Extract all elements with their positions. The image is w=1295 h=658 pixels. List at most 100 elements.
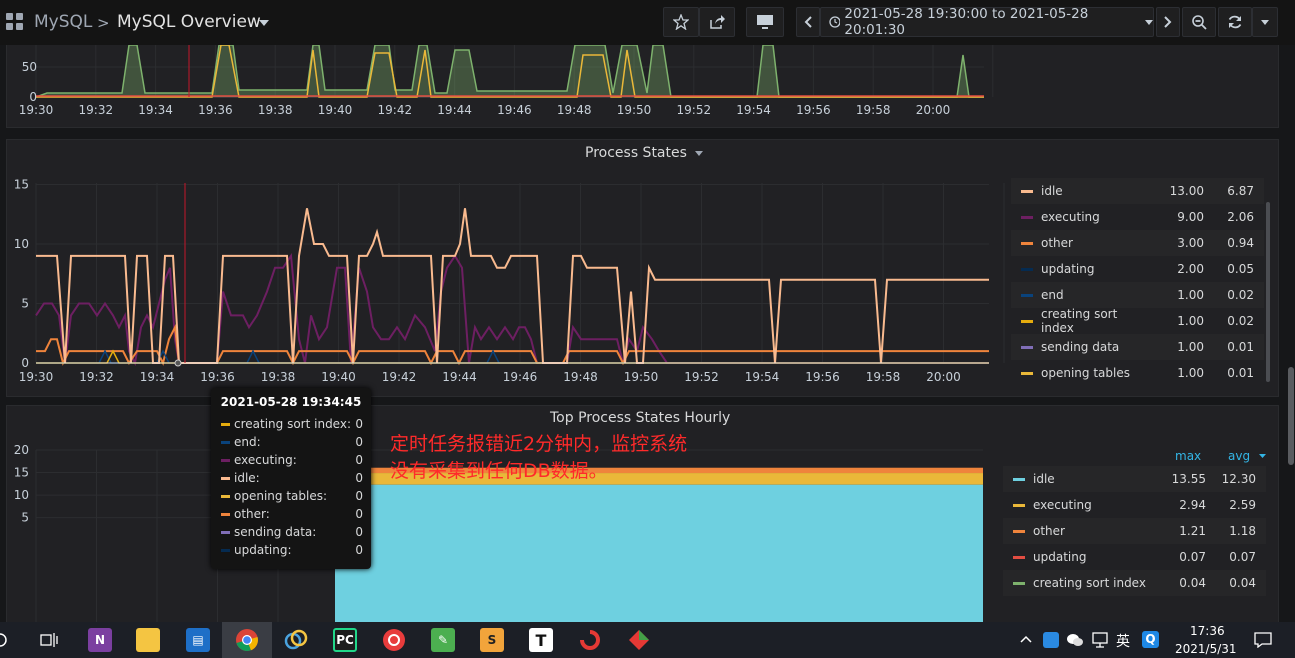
legend-swatch (1013, 529, 1025, 533)
legend-item[interactable]: updating 2.00 0.05 (1011, 256, 1264, 282)
tooltip-row: executing: 0 (221, 453, 363, 467)
chrome-icon[interactable] (235, 628, 259, 652)
app-icon[interactable] (284, 628, 308, 652)
legend-max: 0.07 (1179, 550, 1206, 564)
tooltip-swatch (221, 494, 230, 498)
task-view-icon[interactable] (40, 632, 58, 648)
wechat-icon[interactable] (1066, 632, 1084, 648)
legend-item[interactable]: idle 13.00 6.87 (1011, 178, 1264, 204)
zoom-out-button[interactable] (1182, 7, 1216, 37)
x-tick-label: 19:54 (736, 103, 771, 117)
x-tick-label: 19:38 (261, 370, 296, 384)
star-icon (673, 14, 689, 30)
x-tick-label: 19:48 (557, 103, 592, 117)
tray-app-icon[interactable] (1043, 632, 1059, 648)
app2-icon[interactable] (578, 628, 602, 652)
breadcrumb-folder[interactable]: MySQL (34, 12, 92, 32)
x-tick-label: 19:44 (437, 103, 472, 117)
tooltip-value: 0 (355, 453, 363, 467)
x-tick-label: 19:36 (198, 103, 233, 117)
chevron-right-icon (1164, 16, 1172, 28)
legend-avg: 0.07 (1229, 550, 1256, 564)
pycharm-icon[interactable]: PC (333, 628, 357, 652)
x-tick-label: 19:50 (624, 370, 659, 384)
tooltip-row: other: 0 (221, 507, 363, 521)
notepad-icon[interactable]: ✎ (431, 628, 455, 652)
process-states-chart[interactable]: 15 10 5 0 19:30 19:32 19:34 19:36 19:38 19:40 19:… (7, 140, 1007, 398)
tooltip-row: updating: 0 (221, 543, 363, 557)
x-tick-label: 19:54 (745, 370, 780, 384)
annotation-note: 定时任务报错近2分钟内，监控系统 没有采集到任何DB数据。 (390, 431, 687, 485)
legend-name: other (1033, 524, 1065, 538)
refresh-interval-dropdown[interactable] (1252, 7, 1278, 37)
legend-swatch (1013, 477, 1025, 481)
network-icon[interactable] (1091, 632, 1109, 648)
legend-col-max[interactable]: max (1175, 449, 1201, 463)
annotation-line-2: 没有采集到任何DB数据。 (390, 460, 608, 482)
onenote-icon[interactable]: N (88, 628, 112, 652)
file-explorer-icon[interactable] (136, 628, 160, 652)
notifications-icon[interactable] (1254, 632, 1272, 648)
legend-item[interactable]: executing 2.94 2.59 (1003, 492, 1266, 518)
news-icon[interactable]: ▤ (186, 628, 210, 652)
refresh-button[interactable] (1218, 7, 1252, 37)
legend-swatch (1021, 241, 1033, 245)
legend-swatch (1021, 293, 1033, 297)
typora-icon[interactable]: T (529, 628, 553, 652)
x-tick-label: 19:36 (200, 370, 235, 384)
qq-tray-icon[interactable]: Q (1142, 631, 1159, 648)
legend-item[interactable]: creating sort index 1.00 0.02 (1011, 307, 1264, 335)
cortana-icon[interactable] (0, 632, 10, 648)
legend-name: executing (1033, 498, 1092, 512)
legend-item[interactable]: updating 0.07 0.07 (1003, 544, 1266, 570)
netease-music-icon[interactable] (382, 628, 406, 652)
time-back-button[interactable] (796, 7, 820, 37)
chevron-up-icon[interactable] (1020, 635, 1032, 643)
legend-name: opening tables (1041, 366, 1130, 380)
clock-date[interactable]: 2021/5/31 (1175, 642, 1237, 656)
app3-icon[interactable] (627, 628, 651, 652)
legend-swatch (1013, 503, 1025, 507)
dashboards-grid-icon[interactable] (6, 13, 24, 31)
dashboard-title[interactable]: MySQL Overview (117, 12, 261, 32)
series-line (35, 45, 984, 98)
legend-item[interactable]: idle 13.55 12.30 (1003, 466, 1266, 492)
legend-item[interactable]: sending data 1.00 0.01 (1011, 334, 1264, 360)
legend-max: 1.00 (1177, 366, 1204, 380)
share-button[interactable] (699, 7, 735, 37)
tooltip-row: end: 0 (221, 435, 363, 449)
tooltip-value: 0 (355, 507, 363, 521)
legend-item[interactable]: opening tables 1.00 0.01 (1011, 360, 1264, 386)
legend-item[interactable]: end 1.00 0.02 (1011, 282, 1264, 308)
legend-name: end (1041, 288, 1064, 302)
ime-indicator[interactable]: 英 (1116, 631, 1130, 651)
tooltip-label: other: (234, 507, 270, 521)
tooltip-row: opening tables: 0 (221, 489, 363, 503)
legend-col-avg[interactable]: avg (1228, 449, 1250, 463)
time-range-picker[interactable]: 2021-05-28 19:30:00 to 2021-05-28 20:01:… (820, 6, 1154, 38)
y-tick-label: 50 (22, 60, 37, 74)
legend-item[interactable]: other 3.00 0.94 (1011, 230, 1264, 256)
legend-name: sending data (1041, 340, 1120, 354)
tooltip-swatch (221, 458, 230, 462)
legend-scrollbar[interactable] (1266, 202, 1270, 382)
page-scrollbar-thumb[interactable] (1288, 367, 1294, 465)
legend-avg: 6.87 (1227, 184, 1254, 198)
legend-max: 13.55 (1171, 472, 1206, 486)
legend-item[interactable]: executing 9.00 2.06 (1011, 204, 1264, 230)
legend-item[interactable]: creating sort index 0.04 0.04 (1003, 570, 1266, 596)
page-scrollbar-track[interactable] (1287, 45, 1295, 622)
star-button[interactable] (663, 7, 699, 37)
clock-time[interactable]: 17:36 (1190, 624, 1225, 638)
time-forward-button[interactable] (1156, 7, 1180, 37)
y-tick-label: 0 (21, 356, 29, 370)
x-tick-label: 20:00 (916, 103, 951, 117)
tv-mode-button[interactable] (746, 7, 784, 37)
chevron-down-icon[interactable] (259, 20, 269, 26)
sublime-icon[interactable]: S (480, 628, 504, 652)
legend-item[interactable]: other 1.21 1.18 (1003, 518, 1266, 544)
legend-avg: 0.05 (1227, 262, 1254, 276)
tooltip-swatch (221, 422, 230, 426)
x-tick-label: 19:42 (382, 370, 417, 384)
tooltip-value: 0 (355, 471, 363, 485)
